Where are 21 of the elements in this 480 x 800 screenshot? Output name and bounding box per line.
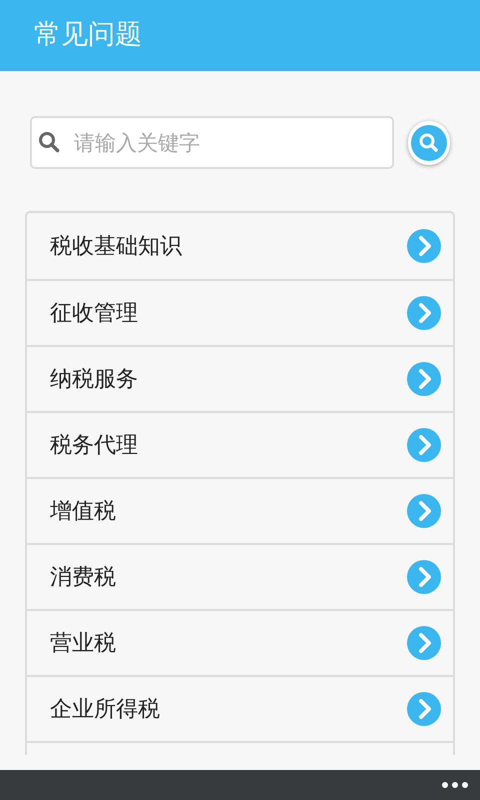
search-field[interactable]: 请输入关键字 <box>30 116 394 169</box>
chevron-icon <box>407 296 441 330</box>
category-item[interactable]: 企业所得税 <box>27 675 453 741</box>
search-icon <box>411 124 447 160</box>
more-icon[interactable] <box>442 782 468 788</box>
chevron-icon <box>407 229 441 263</box>
chevron-icon <box>407 428 441 462</box>
category-item[interactable]: 征收管理 <box>27 279 453 345</box>
category-item[interactable]: 税收基础知识 <box>27 213 453 279</box>
category-item[interactable]: 营业税 <box>27 609 453 675</box>
page-title: 常见问题 <box>34 18 142 52</box>
category-item[interactable]: 增值税 <box>27 477 453 543</box>
chevron-icon <box>407 494 441 528</box>
chevron-icon <box>407 362 441 396</box>
chevron-icon <box>407 692 441 726</box>
category-item[interactable]: 纳税服务 <box>27 345 453 411</box>
search-icon <box>38 131 60 153</box>
chevron-icon <box>407 560 441 594</box>
category-item[interactable]: 消费税 <box>27 543 453 609</box>
chevron-icon <box>407 626 441 660</box>
category-item[interactable]: 税务代理 <box>27 411 453 477</box>
